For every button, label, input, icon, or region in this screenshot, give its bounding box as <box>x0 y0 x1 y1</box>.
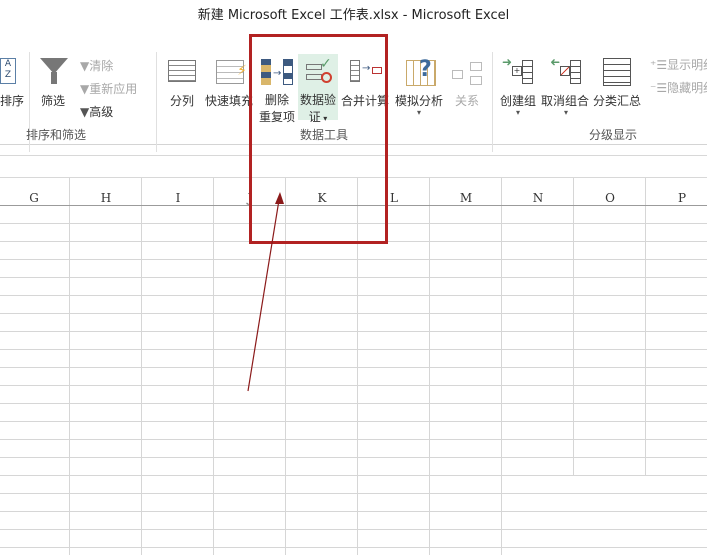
annotation-arrow <box>247 192 284 392</box>
annotation-arrow-line <box>247 199 280 392</box>
arrow-head-icon <box>275 192 284 204</box>
